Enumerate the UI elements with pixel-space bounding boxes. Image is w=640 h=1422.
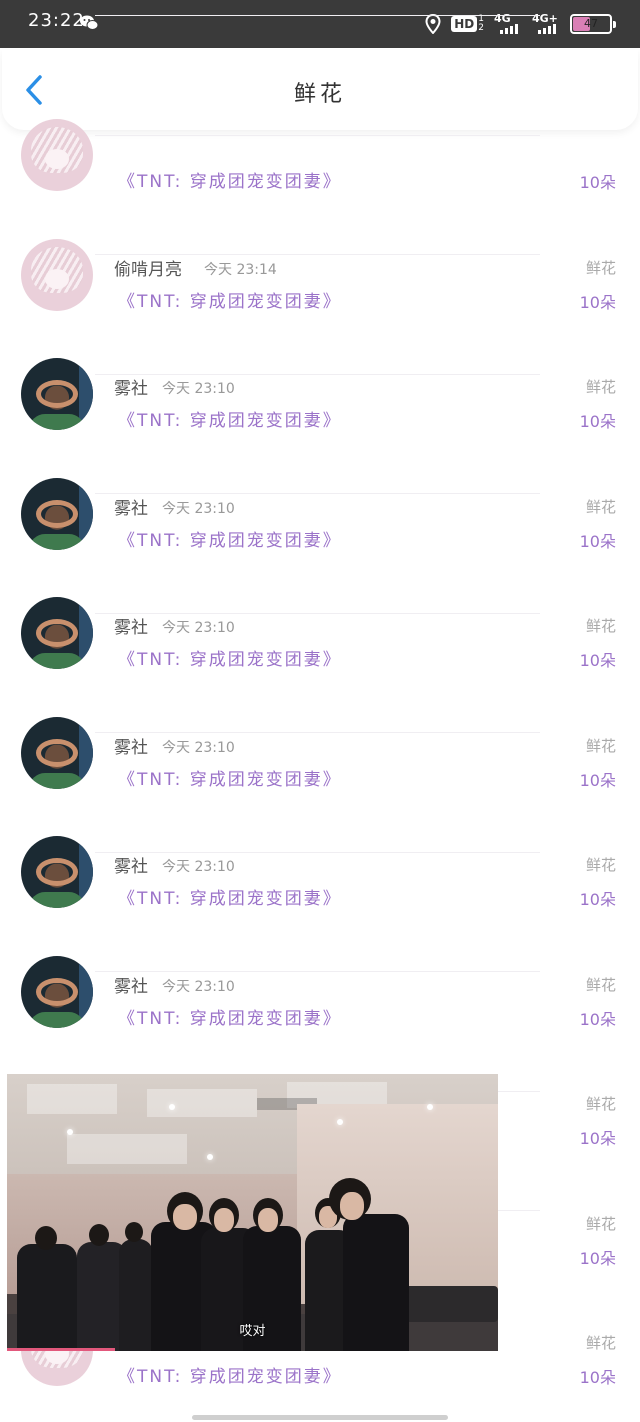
row-divider (95, 135, 540, 136)
row-divider (95, 852, 540, 853)
video-progress-bar[interactable] (7, 1348, 116, 1351)
book-title: 《TNT: 穿成团宠变团妻》 (118, 1367, 342, 1387)
gift-list-item[interactable]: 雾社 今天 23:10 《TNT: 穿成团宠变团妻》 鲜花 10朵 (0, 493, 640, 670)
gift-list-item[interactable]: 雾社 今天 23:10 《TNT: 穿成团宠变团妻》 鲜花 10朵 (0, 732, 640, 909)
row-divider (95, 613, 540, 614)
gift-list-item[interactable]: 《TNT: 穿成团宠变团妻》 10朵 (0, 15, 640, 192)
gift-list-item[interactable]: 鲜花 10朵 (0, 971, 640, 1148)
gift-list-item[interactable]: 雾社 今天 23:10 《TNT: 穿成团宠变团妻》 鲜花 10朵 (0, 254, 640, 431)
gift-list-item[interactable]: 雾社 今天 23:10 《TNT: 穿成团宠变团妻》 鲜花 10朵 (0, 613, 640, 790)
row-divider (95, 493, 540, 494)
video-subtitle: 哎对 (239, 1324, 266, 1339)
floating-video-player[interactable]: 哎对 (7, 1074, 498, 1351)
gift-type-label: 鲜花 (585, 1334, 616, 1352)
gift-count: 10朵 (579, 1368, 616, 1387)
gift-list-item[interactable]: 雾社 今天 23:10 《TNT: 穿成团宠变团妻》 鲜花 10朵 (0, 852, 640, 1029)
gift-list-item[interactable]: 偷啃月亮 今天 23:14 《TNT: 穿成团宠变团妻》 鲜花 10朵 (0, 135, 640, 312)
home-indicator[interactable] (192, 1415, 448, 1420)
row-divider (95, 374, 540, 375)
gift-list-item[interactable]: 雾社 今天 23:10 《TNT: 穿成团宠变团妻》 鲜花 10朵 (0, 374, 640, 551)
row-divider (95, 971, 540, 972)
row-divider (95, 732, 540, 733)
row-divider (95, 254, 540, 255)
row-divider (95, 15, 540, 16)
